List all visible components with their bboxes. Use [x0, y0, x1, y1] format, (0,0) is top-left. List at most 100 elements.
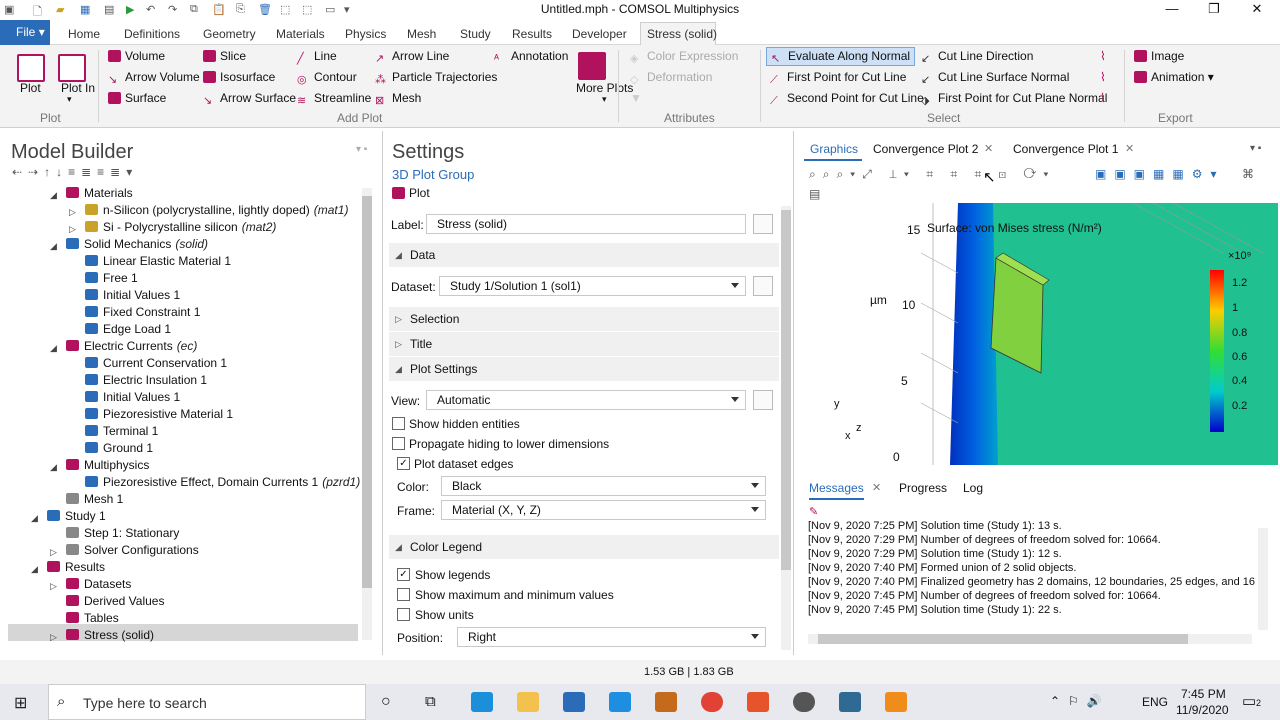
cut-line-direction-button[interactable]: ↙ Cut Line Direction [921, 49, 1033, 65]
propagate-checkbox[interactable] [392, 437, 405, 450]
position-select[interactable]: Right [457, 627, 766, 647]
first-point-cut-plane-button[interactable]: ⬗ First Point for Cut Plane Normal [921, 91, 1107, 107]
tab-results[interactable]: Results [512, 27, 552, 41]
graphics-toolbar[interactable]: ⌕⌕⌕▾⤢ ⟂▾ ⌗ ⌗ ⌗ ⊡ ⟳▾ [809, 167, 1055, 182]
show-units-checkbox[interactable] [397, 608, 410, 621]
minimize-button[interactable]: — [1150, 0, 1194, 20]
tool2-icon[interactable]: ⌇ [1100, 70, 1106, 84]
recorder-icon[interactable] [885, 692, 907, 712]
close-tab-icon[interactable]: ✕ [872, 481, 881, 494]
tree-item[interactable]: Electric Insulation 1 [85, 373, 207, 390]
start-windows-icon[interactable]: ⊞ [14, 693, 27, 713]
tree-collapse-icon[interactable]: ◢ [31, 513, 38, 524]
settings-scroll-thumb[interactable] [781, 210, 791, 570]
tree-item[interactable]: Datasets [66, 577, 131, 594]
section-color-legend[interactable]: ◢ Color Legend [389, 535, 779, 559]
tree-item[interactable]: Ground 1 [85, 441, 153, 458]
brave-icon[interactable] [747, 692, 769, 712]
tree-item[interactable]: Solver Configurations [66, 543, 199, 560]
tree-scroll-thumb[interactable] [362, 196, 372, 588]
tree-item[interactable]: Step 1: Stationary [66, 526, 179, 543]
tab-physics[interactable]: Physics [345, 27, 386, 41]
tree-collapse-icon[interactable]: ◢ [50, 343, 57, 354]
tab-materials[interactable]: Materials [276, 27, 325, 41]
camera-icon[interactable]: ⌘ [1242, 167, 1254, 181]
tool1-icon[interactable]: ⌇ [1100, 49, 1106, 63]
close-button[interactable]: ✕ [1235, 0, 1279, 20]
close-tab-icon[interactable]: ✕ [984, 142, 993, 155]
messages-hscroll-thumb[interactable] [818, 634, 1188, 644]
tab-graphics[interactable]: Graphics [804, 137, 862, 161]
chrome-icon[interactable] [701, 692, 723, 712]
annotation-button[interactable]: ᴬ Annotation [494, 49, 568, 65]
section-plot-settings[interactable]: ◢ Plot Settings [389, 357, 779, 381]
second-point-cut-line-button[interactable]: ⟋ Second Point for Cut Line [770, 91, 924, 107]
label-input[interactable]: Stress (solid) [426, 214, 746, 234]
label-edit-button[interactable] [753, 214, 773, 234]
tree-item[interactable]: Materials [66, 186, 133, 203]
arrow-volume-button[interactable]: ↘ Arrow Volume [108, 70, 200, 86]
color-expression-button[interactable]: ◈ Color Expression [630, 49, 738, 65]
tree-collapse-icon[interactable]: ◢ [50, 190, 57, 201]
language-indicator[interactable]: ENG [1142, 695, 1168, 709]
graphics-canvas[interactable] [803, 203, 1278, 465]
first-point-cut-line-button[interactable]: ⟋ First Point for Cut Line [770, 70, 906, 86]
comsol-icon[interactable] [839, 692, 861, 712]
tree-expand-icon[interactable]: ▷ [50, 581, 57, 592]
volume-button[interactable]: Volume [108, 49, 165, 63]
arrow-surface-button[interactable]: ↘ Arrow Surface [203, 91, 296, 107]
image-export-button[interactable]: Image [1134, 49, 1184, 63]
tree-item[interactable]: Terminal 1 [85, 424, 158, 441]
more-plots-arrow[interactable]: ▾ [602, 94, 607, 105]
slice-button[interactable]: Slice [203, 49, 246, 63]
tree-item[interactable]: Linear Elastic Material 1 [85, 254, 231, 271]
clock-date[interactable]: 11/9/2020 [1176, 703, 1229, 717]
plot-button[interactable]: Plot [20, 81, 41, 95]
deformation-button[interactable]: ◇ Deformation [630, 70, 712, 86]
tab-geometry[interactable]: Geometry [203, 27, 256, 41]
tab-home[interactable]: Home [68, 27, 100, 41]
tree-item[interactable]: Current Conservation 1 [85, 356, 227, 373]
tab-messages[interactable]: Messages [809, 481, 864, 500]
clock-time[interactable]: 7:45 PM [1181, 687, 1226, 701]
file-explorer-icon[interactable] [517, 692, 539, 712]
tab-log[interactable]: Log [963, 481, 983, 495]
tree-item[interactable]: Piezoresistive Effect, Domain Currents 1… [85, 475, 360, 492]
contour-button[interactable]: ◎ Contour [297, 70, 357, 86]
tab-stress-solid[interactable]: Stress (solid) [647, 27, 717, 41]
panel-menu-icon[interactable]: ▾ ▪ [356, 144, 367, 155]
dataset-goto-button[interactable] [753, 276, 773, 296]
tree-item[interactable]: Fixed Constraint 1 [85, 305, 200, 322]
tree-item[interactable]: Piezoresistive Material 1 [85, 407, 233, 424]
tree-collapse-icon[interactable]: ◢ [50, 241, 57, 252]
edge-icon[interactable] [471, 692, 493, 712]
view-goto-button[interactable] [753, 390, 773, 410]
tree-item[interactable]: Results [47, 560, 105, 577]
tree-item[interactable]: Derived Values [66, 594, 164, 611]
streamline-button[interactable]: ≋ Streamline [297, 91, 371, 107]
close-tab-icon[interactable]: ✕ [1125, 142, 1134, 155]
print-graphics-icon[interactable]: ▤ [809, 187, 820, 201]
tree-item[interactable]: Edge Load 1 [85, 322, 171, 339]
tree-expand-icon[interactable]: ▷ [50, 632, 57, 643]
cut-line-surface-normal-button[interactable]: ↙ Cut Line Surface Normal [921, 70, 1069, 86]
plot-edges-checkbox[interactable]: ✓ [397, 457, 410, 470]
particle-trajectories-button[interactable]: ⁂ Particle Trajectories [375, 70, 497, 86]
messages-scrollbar[interactable] [1258, 528, 1268, 630]
tree-item[interactable]: Multiphysics [66, 458, 149, 475]
cortana-icon[interactable]: ○ [381, 693, 391, 711]
animation-export-button[interactable]: Animation ▾ [1134, 70, 1214, 84]
tree-item[interactable]: Initial Values 1 [85, 390, 180, 407]
settings-plot-button[interactable]: Plot [392, 186, 430, 200]
store-icon[interactable] [563, 692, 585, 712]
maximize-button[interactable]: ❐ [1192, 0, 1236, 20]
task-view-icon[interactable]: ⧉ [425, 693, 436, 710]
graphics-toolbar-right[interactable]: ▣▣▣▦▦⚙▾ [1095, 167, 1224, 181]
tree-item[interactable]: Electric Currents (ec) [66, 339, 197, 356]
panel-menu-icon[interactable]: ▾ ▪ [1250, 143, 1261, 154]
tree-item[interactable]: Mesh 1 [66, 492, 123, 509]
mesh-plot-button[interactable]: ⊠ Mesh [375, 91, 421, 107]
tab-definitions[interactable]: Definitions [124, 27, 180, 41]
clear-messages-icon[interactable]: ✎ [809, 505, 818, 518]
filter-icon[interactable]: ▼ [630, 91, 642, 105]
